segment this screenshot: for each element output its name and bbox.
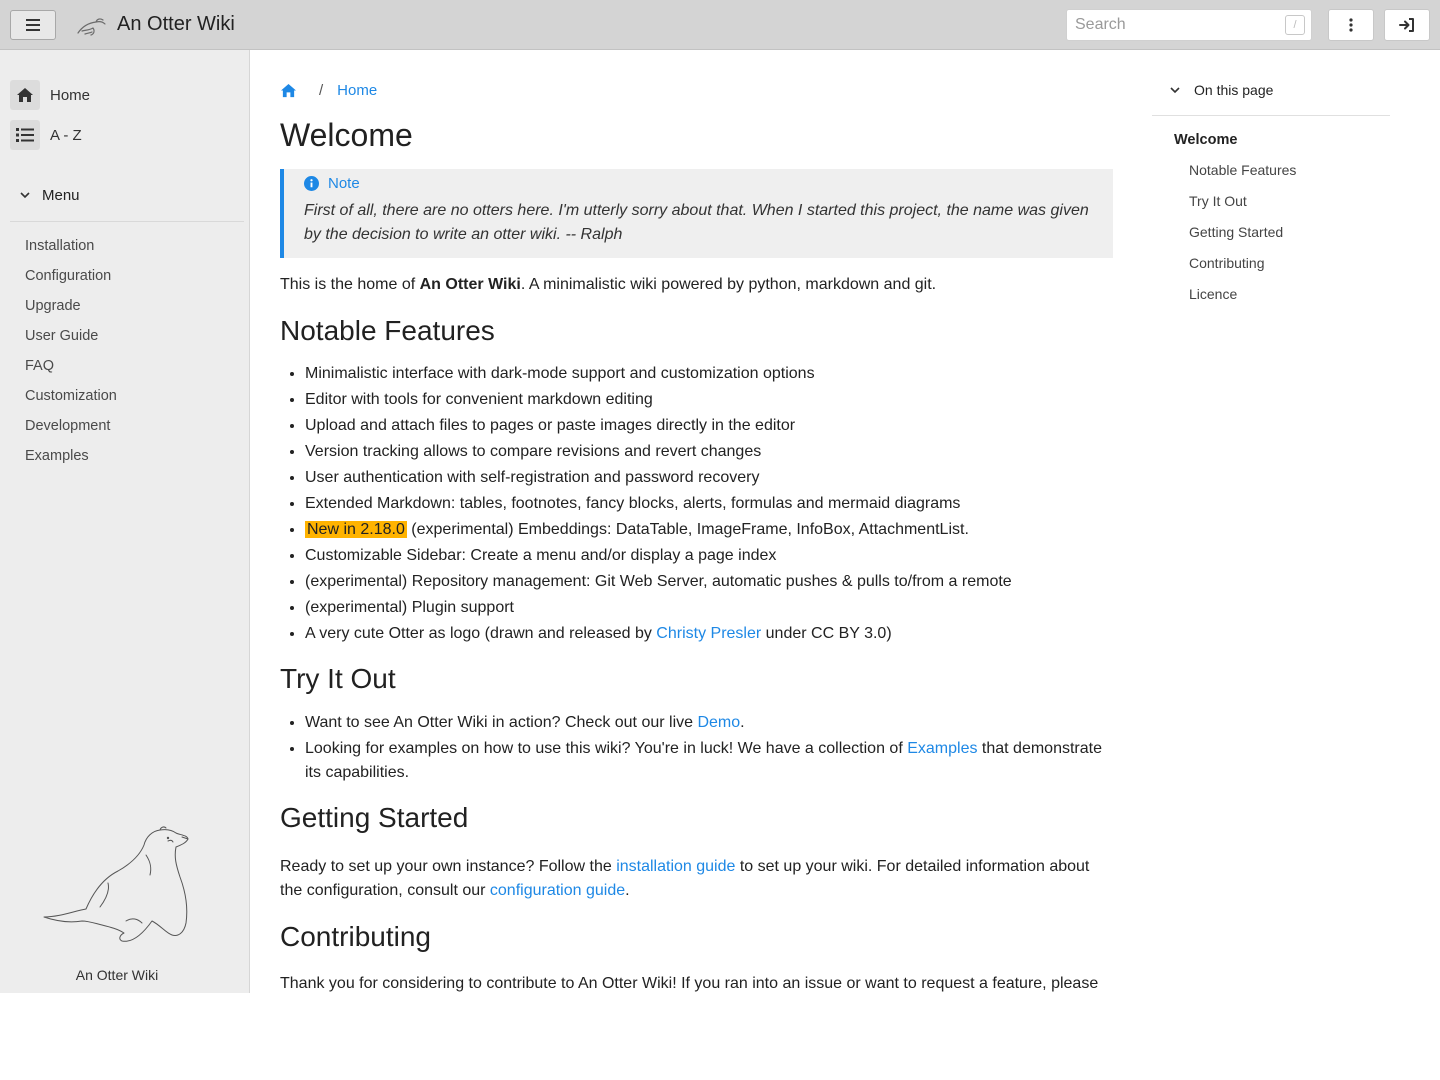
installation-guide-link[interactable]: installation guide: [616, 858, 735, 875]
list-item: (experimental) Plugin support: [305, 595, 1113, 621]
sidebar-item-a-z[interactable]: A - Z: [10, 120, 210, 150]
viewport-bottom-blank: [0, 993, 1440, 1080]
note-header: Note: [304, 175, 360, 192]
otter-logo-icon[interactable]: [76, 13, 108, 37]
list-item-text: .: [740, 714, 745, 731]
home-icon[interactable]: [280, 83, 297, 98]
more-options-button[interactable]: [1328, 9, 1374, 41]
toc-divider: [1152, 115, 1390, 116]
list-item: Editor with tools for convenient markdow…: [305, 387, 1113, 413]
sidebar-item-user-guide[interactable]: User Guide: [25, 326, 117, 356]
sidebar-item-development[interactable]: Development: [25, 416, 117, 446]
getting-started-paragraph: Ready to set up your own instance? Follo…: [280, 855, 1114, 903]
menu-section-toggle[interactable]: Menu: [20, 187, 80, 204]
list-item-text: (experimental) Embeddings: DataTable, Im…: [406, 521, 969, 538]
chevron-down-icon: [1170, 86, 1180, 93]
list-item-text: Want to see An Otter Wiki in action? Che…: [305, 714, 698, 731]
list-item: Customizable Sidebar: Create a menu and/…: [305, 543, 1113, 569]
toc-item-try-it-out[interactable]: Try It Out: [1189, 193, 1296, 224]
list-item: Extended Markdown: tables, footnotes, fa…: [305, 491, 1113, 517]
sidebar-item-home[interactable]: Home: [10, 80, 210, 110]
sidebar-menu: Installation Configuration Upgrade User …: [25, 236, 117, 476]
new-version-badge: New in 2.18.0: [305, 521, 407, 538]
menu-divider: [10, 221, 244, 222]
contributing-paragraph: Thank you for considering to contribute …: [280, 975, 1099, 992]
search-input[interactable]: [1067, 10, 1267, 40]
toc-item-getting-started[interactable]: Getting Started: [1189, 224, 1296, 255]
list-item: New in 2.18.0 (experimental) Embeddings:…: [305, 517, 1113, 543]
top-bar: An Otter Wiki /: [0, 0, 1440, 50]
intro-text: . A minimalistic wiki powered by python,…: [520, 276, 937, 293]
home-icon: [10, 80, 40, 110]
info-circle-icon: [304, 176, 319, 191]
intro-text: This is the home of: [280, 276, 420, 293]
sidebar-item-customization[interactable]: Customization: [25, 386, 117, 416]
list-item: Upload and attach files to pages or past…: [305, 413, 1113, 439]
toc-title: On this page: [1194, 82, 1274, 98]
toc-item-welcome[interactable]: Welcome: [1174, 132, 1237, 148]
hamburger-icon: [26, 19, 40, 31]
vertical-ellipsis-icon: [1349, 18, 1353, 32]
note-callout: Note First of all, there are no otters h…: [280, 169, 1113, 258]
login-button[interactable]: [1384, 9, 1430, 41]
sidebar-item-label: Home: [50, 86, 91, 104]
contributing-paragraph-clip: Thank you for considering to contribute …: [280, 975, 1114, 993]
toc-item-licence[interactable]: Licence: [1189, 286, 1296, 317]
heading-getting-started: Getting Started: [280, 802, 469, 833]
toc-list: Notable Features Try It Out Getting Star…: [1189, 162, 1296, 317]
otter-illustration-icon: [43, 826, 189, 942]
examples-link[interactable]: Examples: [907, 740, 977, 757]
heading-try-it-out: Try It Out: [280, 663, 396, 694]
toc-toggle[interactable]: On this page: [1170, 82, 1273, 98]
breadcrumb-separator: /: [319, 81, 324, 99]
list-item-text: A very cute Otter as logo (drawn and rel…: [305, 625, 657, 642]
sidebar: Home A - Z Menu Installation Configurati…: [0, 50, 250, 993]
search-shortcut-hint: /: [1285, 15, 1305, 35]
intro-paragraph: This is the home of An Otter Wiki. A min…: [280, 273, 1114, 297]
search-box[interactable]: /: [1066, 9, 1312, 41]
chevron-down-icon: [20, 192, 30, 199]
list-item: Looking for examples on how to use this …: [305, 737, 1113, 785]
configuration-guide-link[interactable]: configuration guide: [490, 882, 625, 899]
paragraph-text: Ready to set up your own instance? Follo…: [280, 858, 617, 875]
toc-item-notable-features[interactable]: Notable Features: [1189, 162, 1296, 193]
sign-in-icon: [1399, 18, 1414, 32]
list-item: Version tracking allows to compare revis…: [305, 439, 1113, 465]
breadcrumb: / Home: [280, 80, 377, 100]
list-item: User authentication with self-registrati…: [305, 465, 1113, 491]
app-title[interactable]: An Otter Wiki: [117, 13, 235, 36]
toc-item-contributing[interactable]: Contributing: [1189, 255, 1296, 286]
sidebar-item-installation[interactable]: Installation: [25, 236, 117, 266]
intro-bold: An Otter Wiki: [419, 276, 521, 293]
menu-section-label: Menu: [42, 187, 80, 204]
sidebar-item-faq[interactable]: FAQ: [25, 356, 117, 386]
sidebar-toggle-button[interactable]: [10, 10, 56, 40]
sidebar-item-examples[interactable]: Examples: [25, 446, 117, 476]
list-item-text: under CC BY 3.0): [761, 625, 892, 642]
note-title: Note: [328, 175, 360, 192]
list-item: Want to see An Otter Wiki in action? Che…: [305, 711, 1113, 735]
sidebar-caption: An Otter Wiki: [75, 967, 159, 983]
sidebar-item-upgrade[interactable]: Upgrade: [25, 296, 117, 326]
list-item: Minimalistic interface with dark-mode su…: [305, 361, 1113, 387]
demo-link[interactable]: Demo: [697, 714, 740, 731]
note-body: First of all, there are no otters here. …: [304, 202, 1089, 243]
list-item: A very cute Otter as logo (drawn and rel…: [305, 621, 1113, 647]
breadcrumb-home-link[interactable]: Home: [337, 82, 377, 99]
paragraph-text: .: [625, 882, 630, 899]
sidebar-item-configuration[interactable]: Configuration: [25, 266, 117, 296]
page-title: Welcome: [280, 117, 413, 153]
heading-notable-features: Notable Features: [280, 315, 495, 346]
list-icon: [10, 120, 40, 150]
christy-presler-link[interactable]: Christy Presler: [656, 625, 761, 642]
heading-contributing: Contributing: [280, 921, 431, 952]
sidebar-item-label: A - Z: [50, 126, 82, 144]
list-item-text: Looking for examples on how to use this …: [305, 740, 908, 757]
list-item: (experimental) Repository management: Gi…: [305, 569, 1113, 595]
features-list: Minimalistic interface with dark-mode su…: [305, 361, 1113, 647]
try-list: Want to see An Otter Wiki in action? Che…: [305, 711, 1113, 787]
